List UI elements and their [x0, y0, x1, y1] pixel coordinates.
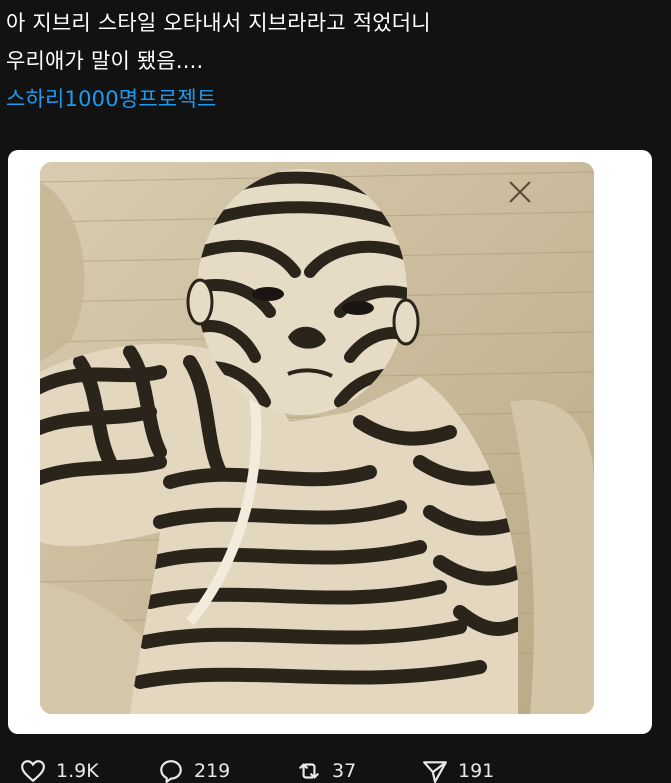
- zebra-baby-illustration: [40, 162, 594, 714]
- tweet-text: 아 지브리 스타일 오타내서 지브라라고 적었더니 우리애가 말이 됐음....…: [6, 4, 666, 118]
- action-bar: 1.9K 219 37 191: [0, 758, 671, 783]
- retweet-button[interactable]: 37: [296, 758, 356, 783]
- reply-icon: [160, 760, 182, 783]
- tweet-line-2: 우리애가 말이 됐음....: [6, 49, 204, 73]
- like-button[interactable]: 1.9K: [20, 758, 99, 783]
- media-card[interactable]: [8, 150, 652, 734]
- hashtag-link[interactable]: 스하리1000명프로젝트: [6, 80, 666, 118]
- retweet-count: 37: [332, 760, 357, 782]
- share-button[interactable]: 191: [422, 758, 494, 783]
- heart-icon: [21, 760, 45, 783]
- share-count: 191: [458, 760, 495, 782]
- reply-count: 219: [194, 760, 231, 782]
- share-icon: [423, 761, 447, 783]
- zebra-baby-image[interactable]: [40, 162, 594, 714]
- like-count: 1.9K: [56, 760, 99, 782]
- tweet-line-1: 아 지브리 스타일 오타내서 지브라라고 적었더니: [6, 11, 431, 35]
- retweet-icon: [299, 763, 319, 779]
- reply-button[interactable]: 219: [158, 758, 230, 783]
